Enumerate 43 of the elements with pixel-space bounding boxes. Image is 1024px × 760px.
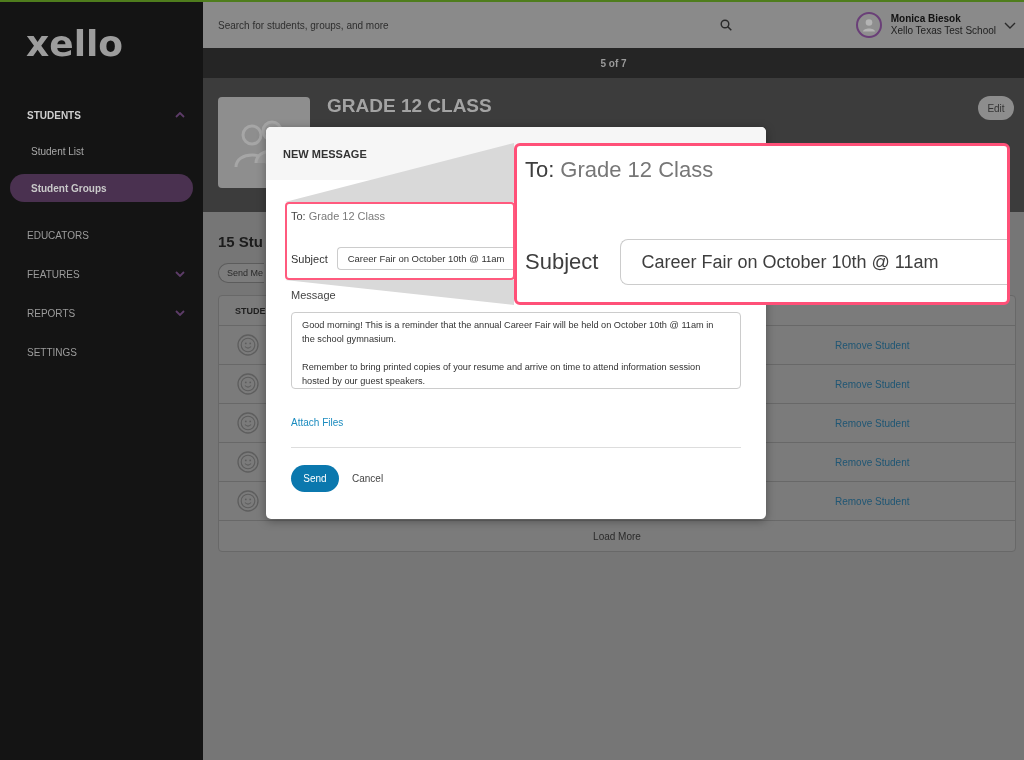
sidebar-subitem[interactable]: Student Groups bbox=[10, 174, 193, 202]
sidebar-subitem[interactable]: Student List bbox=[10, 137, 193, 165]
column-header[interactable]: STUDE bbox=[235, 305, 266, 316]
edit-button[interactable]: Edit bbox=[978, 96, 1014, 120]
attach-files-link[interactable]: Attach Files bbox=[291, 416, 344, 430]
avatar-icon[interactable] bbox=[855, 12, 882, 38]
to-label: To: bbox=[525, 157, 555, 183]
school-name: Xello Texas Test School bbox=[890, 25, 996, 37]
sidebar-item[interactable]: SETTINGS bbox=[0, 337, 203, 367]
chevron-down-icon[interactable] bbox=[175, 310, 185, 316]
chevron-down-icon[interactable] bbox=[175, 271, 185, 277]
subject-label: Subject bbox=[291, 252, 328, 265]
subject-field[interactable]: Career Fair on October 10th @ 11am bbox=[336, 247, 513, 270]
smiley-avatar-icon bbox=[237, 334, 259, 356]
sidebar-item[interactable]: STUDENTS bbox=[0, 100, 203, 130]
message-label: Message bbox=[291, 288, 336, 303]
search-icon[interactable] bbox=[720, 19, 732, 31]
cancel-button[interactable]: Cancel bbox=[352, 473, 384, 484]
smiley-avatar-icon bbox=[237, 451, 259, 473]
subject-field[interactable]: Career Fair on October 10th @ 11am bbox=[620, 239, 1007, 285]
sidebar-item[interactable]: REPORTS bbox=[0, 298, 203, 328]
pager-text: 5 of 7 bbox=[600, 57, 627, 69]
chevron-up-icon[interactable] bbox=[175, 112, 185, 118]
logo: xello bbox=[26, 24, 124, 64]
send-message-button[interactable]: Send Me bbox=[218, 263, 265, 283]
sidebar-item[interactable]: EDUCATORS bbox=[0, 220, 203, 250]
student-count: 15 Stu bbox=[218, 232, 263, 252]
chevron-down-icon[interactable] bbox=[1004, 21, 1016, 29]
dialog-title: NEW MESSAGE bbox=[283, 147, 367, 160]
smiley-avatar-icon bbox=[237, 412, 259, 434]
search-field[interactable]: Search for students, groups, and more bbox=[218, 15, 688, 35]
smiley-avatar-icon bbox=[237, 373, 259, 395]
sidebar-item[interactable]: FEATURES bbox=[0, 259, 203, 289]
load-more-link[interactable]: Load More bbox=[593, 530, 641, 542]
group-title: GRADE 12 CLASS bbox=[327, 95, 492, 117]
to-value: Grade 12 Class bbox=[560, 157, 714, 183]
to-value: Grade 12 Class bbox=[308, 210, 386, 222]
subject-label: Subject bbox=[525, 249, 599, 275]
to-label: To: bbox=[291, 210, 306, 222]
message-field[interactable]: Good morning! This is a reminder that the annual Career Fair will be held on October 10th @ 11am in the school gymnasium. Remember to bring printed copies of your resume and arrive on time to attend information session hosted by our guest speakers. bbox=[291, 312, 741, 389]
user-name: Monica Biesok bbox=[890, 13, 962, 25]
smiley-avatar-icon bbox=[237, 490, 259, 512]
send-button[interactable]: Send bbox=[291, 465, 339, 492]
